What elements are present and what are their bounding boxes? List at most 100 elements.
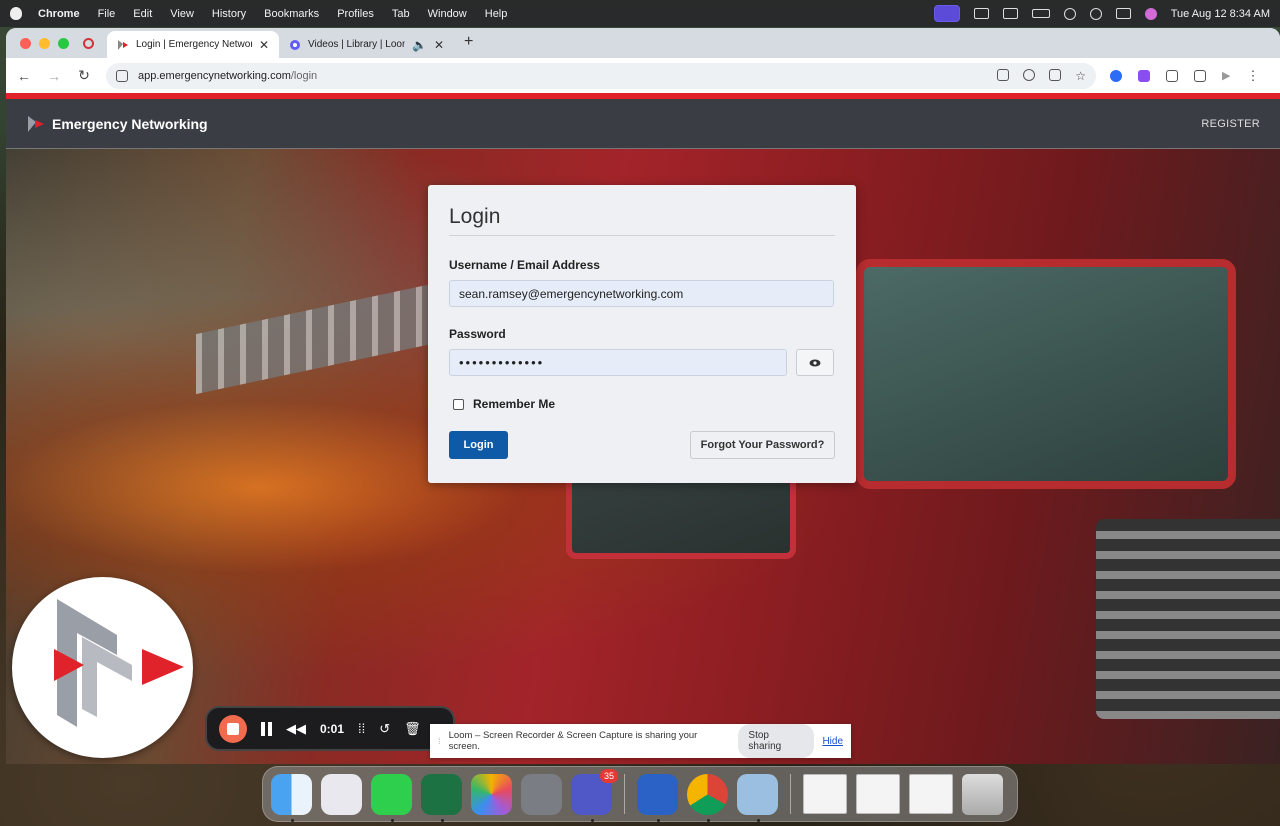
system-settings-icon[interactable] bbox=[521, 773, 562, 815]
menu-help[interactable]: Help bbox=[485, 8, 508, 20]
emergency-networking-logo-icon bbox=[28, 115, 44, 132]
stop-sharing-button[interactable]: Stop sharing bbox=[738, 724, 815, 758]
recording-timer: 0:01 bbox=[320, 721, 345, 736]
menu-window[interactable]: Window bbox=[428, 8, 467, 20]
restart-icon[interactable]: ↺ bbox=[379, 721, 390, 737]
show-password-button[interactable] bbox=[796, 349, 834, 376]
menu-file[interactable]: File bbox=[98, 8, 116, 20]
chrome-menu-icon[interactable]: ⋮ bbox=[1246, 68, 1259, 84]
spotlight-search-icon[interactable] bbox=[1089, 7, 1102, 20]
site-info-icon[interactable] bbox=[116, 69, 128, 82]
pause-button[interactable] bbox=[261, 721, 272, 736]
loom-camera-bubble[interactable] bbox=[12, 577, 193, 758]
sharing-message: Loom – Screen Recorder & Screen Capture … bbox=[448, 730, 698, 752]
hide-link[interactable]: Hide bbox=[822, 736, 843, 747]
menu-bookmarks[interactable]: Bookmarks bbox=[264, 8, 319, 20]
close-window-icon[interactable] bbox=[20, 38, 31, 49]
extensions-area: ▶ ⋮ bbox=[1110, 68, 1259, 84]
delete-icon[interactable]: 🗑 bbox=[404, 721, 421, 737]
close-tab-icon[interactable]: ✕ bbox=[434, 38, 444, 52]
tab-strip: Login | Emergency Networking ✕ Videos | … bbox=[6, 28, 1280, 58]
media-controls-icon[interactable] bbox=[1194, 69, 1206, 82]
lock-tray-icon[interactable] bbox=[1002, 8, 1018, 19]
preview-icon[interactable] bbox=[737, 773, 778, 822]
tab-login[interactable]: Login | Emergency Networking ✕ bbox=[107, 31, 279, 58]
dock: 35 bbox=[262, 766, 1018, 822]
remember-me-label[interactable]: Remember Me bbox=[473, 397, 555, 411]
emergency-networking-logo-icon bbox=[54, 599, 184, 727]
extensions-puzzle-icon[interactable] bbox=[1166, 69, 1178, 82]
zoom-icon[interactable] bbox=[1023, 68, 1036, 81]
stop-recording-button[interactable] bbox=[219, 714, 247, 743]
excel-icon[interactable] bbox=[421, 773, 462, 822]
close-tab-icon[interactable]: ✕ bbox=[259, 38, 269, 52]
url-host: app.emergencynetworking.com bbox=[138, 69, 291, 82]
site-brand: Emergency Networking bbox=[52, 115, 208, 132]
site-logo[interactable]: Emergency Networking bbox=[26, 114, 208, 134]
apple-icon[interactable] bbox=[10, 7, 22, 20]
word-icon[interactable] bbox=[637, 773, 678, 822]
forgot-password-button[interactable]: Forgot Your Password? bbox=[690, 431, 835, 459]
username-input[interactable]: sean.ramsey@emergencynetworking.com bbox=[449, 280, 834, 307]
chrome-icon[interactable] bbox=[687, 773, 728, 822]
menu-tab[interactable]: Tab bbox=[392, 8, 410, 20]
password-key-icon[interactable] bbox=[997, 68, 1010, 81]
menu-history[interactable]: History bbox=[212, 8, 246, 20]
url-path: /login bbox=[290, 69, 318, 82]
minimized-window-thumbnail[interactable] bbox=[856, 774, 900, 814]
dock-separator bbox=[790, 774, 791, 814]
loom-favicon bbox=[290, 39, 300, 50]
siri-icon[interactable] bbox=[1144, 7, 1157, 20]
password-input[interactable]: ••••••••••••• bbox=[449, 349, 787, 376]
minimized-window-thumbnail[interactable] bbox=[803, 774, 847, 814]
address-bar[interactable]: app.emergencynetworking.com/login ☆ bbox=[106, 62, 1096, 89]
teams-icon[interactable]: 35 bbox=[571, 768, 618, 822]
rewind-icon[interactable]: ◀◀ bbox=[286, 721, 306, 737]
teams-tray-icon[interactable] bbox=[973, 8, 989, 19]
launchpad-icon[interactable] bbox=[321, 773, 362, 815]
menu-profiles[interactable]: Profiles bbox=[337, 8, 374, 20]
tab-loom[interactable]: Videos | Library | Loom 🔈 ✕ bbox=[279, 31, 454, 58]
screen-share-icon[interactable] bbox=[933, 5, 960, 22]
trash-icon[interactable] bbox=[962, 773, 1003, 815]
minimize-window-icon[interactable] bbox=[39, 38, 50, 49]
extension-blue-icon[interactable] bbox=[1110, 69, 1122, 82]
back-icon[interactable]: ← bbox=[16, 68, 32, 84]
menu-edit[interactable]: Edit bbox=[133, 8, 152, 20]
new-tab-button[interactable]: + bbox=[464, 33, 473, 51]
drag-handle-icon[interactable]: ⁞ bbox=[438, 736, 441, 747]
forward-icon[interactable]: → bbox=[46, 68, 62, 84]
menu-bar: Chrome File Edit View History Bookmarks … bbox=[0, 0, 1280, 27]
messages-icon[interactable] bbox=[371, 773, 412, 822]
dock-separator bbox=[624, 774, 625, 814]
bookmark-star-icon[interactable]: ☆ bbox=[1075, 69, 1086, 83]
extension-purple-icon[interactable] bbox=[1138, 69, 1150, 82]
menu-app-name[interactable]: Chrome bbox=[38, 8, 80, 20]
password-row: ••••••••••••• bbox=[449, 349, 835, 376]
menu-clock[interactable]: Tue Aug 12 8:34 AM bbox=[1171, 8, 1270, 20]
truck-windshield bbox=[856, 259, 1236, 489]
send-icon[interactable]: ▶ bbox=[1222, 69, 1230, 82]
tab-title: Login | Emergency Networking bbox=[136, 39, 252, 50]
speaker-icon[interactable]: 🔈 bbox=[412, 38, 427, 52]
web-page: Emergency Networking REGISTER Login User… bbox=[6, 93, 1280, 764]
menu-view[interactable]: View bbox=[170, 8, 194, 20]
remember-me-checkbox[interactable] bbox=[453, 398, 464, 410]
photos-icon[interactable] bbox=[471, 773, 512, 815]
battery-icon[interactable] bbox=[1031, 9, 1050, 18]
password-label: Password bbox=[449, 327, 506, 341]
login-actions: Login Forgot Your Password? bbox=[449, 431, 835, 459]
reload-icon[interactable]: ↻ bbox=[76, 67, 92, 84]
zoom-window-icon[interactable] bbox=[58, 38, 69, 49]
register-link[interactable]: REGISTER bbox=[1201, 118, 1260, 130]
login-button[interactable]: Login bbox=[449, 431, 508, 459]
drawing-tools-icon[interactable]: ⁞⁞ bbox=[358, 721, 365, 736]
finder-icon[interactable] bbox=[271, 773, 312, 822]
minimized-window-thumbnail[interactable] bbox=[909, 774, 953, 814]
login-title: Login bbox=[449, 205, 835, 236]
eye-off-icon[interactable] bbox=[1049, 68, 1062, 81]
loom-recording-controls: ◀◀ 0:01 ⁞⁞ ↺ 🗑 bbox=[205, 706, 455, 751]
control-center-icon[interactable] bbox=[1115, 8, 1131, 19]
emergency-networking-favicon bbox=[118, 39, 128, 50]
wifi-icon[interactable] bbox=[1063, 7, 1076, 20]
